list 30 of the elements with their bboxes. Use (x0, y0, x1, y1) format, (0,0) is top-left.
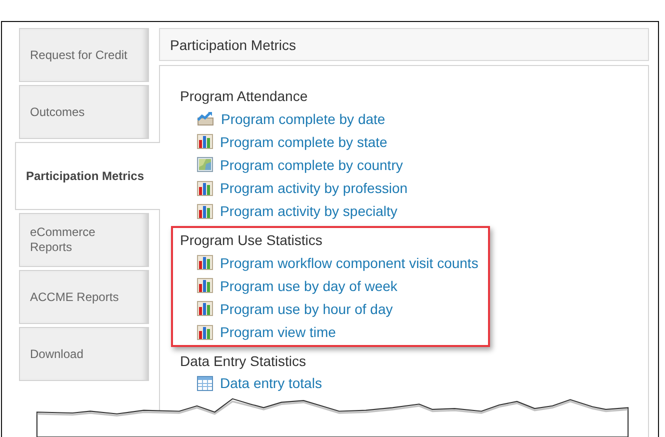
report-link[interactable]: Program use by day of week (220, 278, 398, 294)
report-link[interactable]: Program use by hour of day (220, 300, 393, 317)
bar-chart-icon (197, 204, 213, 219)
report-link[interactable]: Program complete by date (221, 110, 386, 127)
section-heading: Data Entry Statistics (180, 352, 306, 371)
section-heading: Program Use Statistics (180, 230, 322, 250)
report-link[interactable]: Program workflow component visit counts (220, 254, 478, 271)
bar-chart-icon (197, 134, 213, 150)
nav-tab[interactable]: eCommerce Reports (19, 213, 149, 267)
report-link[interactable]: Program activity by profession (220, 180, 408, 196)
bar-chart-icon (197, 180, 213, 196)
map-icon (197, 157, 213, 172)
report-link[interactable]: Program complete by state (220, 134, 388, 150)
nav-tab[interactable]: Request for Credit (19, 28, 149, 82)
report-link[interactable]: Program complete by country (220, 156, 403, 173)
bar-chart-icon (197, 255, 213, 270)
section-heading: Program Attendance (180, 87, 308, 106)
report-link[interactable]: Data entry totals (220, 375, 322, 392)
report-link[interactable]: Program view time (220, 324, 336, 340)
line-chart-icon (197, 111, 214, 126)
nav-tab[interactable]: Download (19, 327, 149, 381)
nav-tab[interactable]: Outcomes (19, 85, 149, 139)
bar-chart-icon (197, 301, 213, 316)
nav-tab[interactable]: Participation Metrics (15, 142, 160, 210)
panel-title: Participation Metrics (170, 36, 296, 52)
bar-chart-icon (197, 278, 213, 294)
nav-tab[interactable]: ACCME Reports (19, 270, 149, 324)
table-icon (197, 376, 213, 391)
report-link[interactable]: Program activity by specialty (220, 203, 398, 220)
bar-chart-icon (197, 324, 213, 340)
